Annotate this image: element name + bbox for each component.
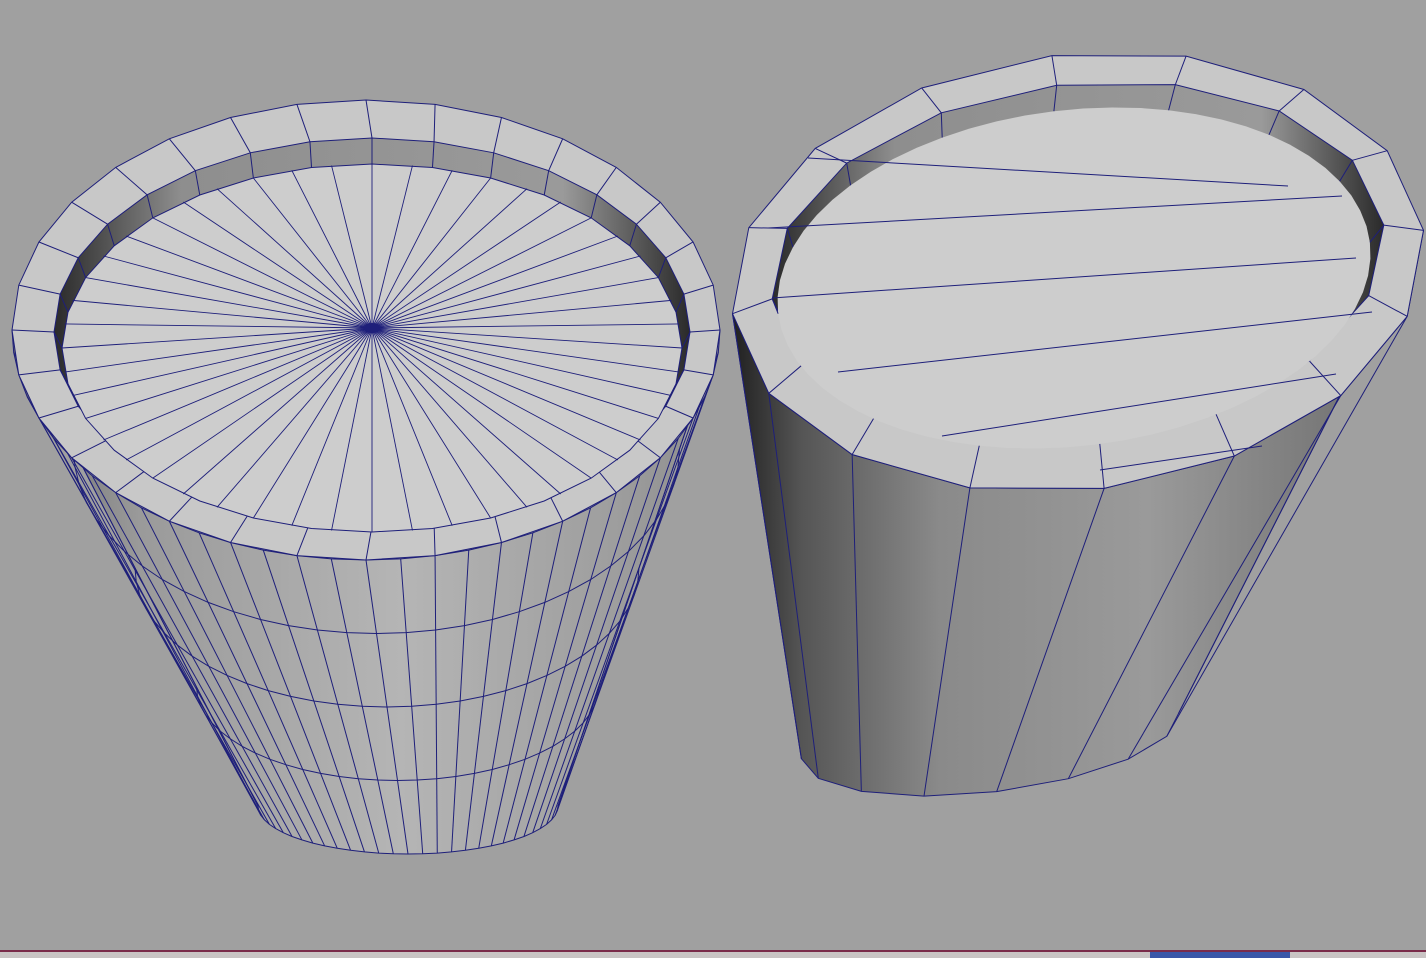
maya-viewport[interactable] — [0, 0, 1426, 958]
cylinder-planked-cap[interactable] — [731, 55, 1425, 797]
timeline-accent — [1150, 952, 1290, 958]
pole-vertex — [364, 323, 380, 333]
timeline-strip — [0, 950, 1426, 958]
scene-canvas[interactable] — [0, 0, 1426, 958]
cylinder-radial-cap[interactable] — [11, 99, 721, 855]
